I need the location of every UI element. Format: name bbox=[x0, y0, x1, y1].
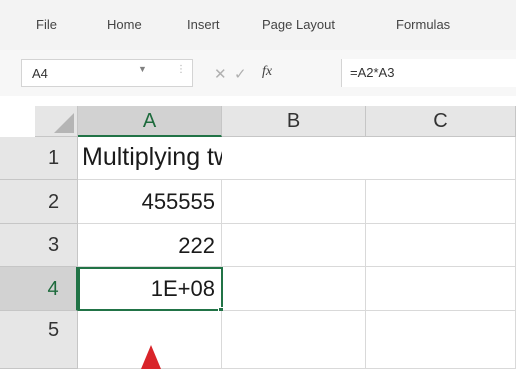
tab-formulas[interactable]: Formulas bbox=[396, 17, 450, 32]
cell-a3[interactable]: 222 bbox=[78, 224, 222, 267]
cell-a2[interactable]: 455555 bbox=[78, 180, 222, 224]
name-box-value: A4 bbox=[32, 66, 48, 81]
column-header-b[interactable]: B bbox=[222, 106, 366, 137]
select-all-triangle-icon bbox=[54, 113, 74, 133]
cancel-icon[interactable]: ✕ bbox=[214, 65, 227, 83]
cell-c2[interactable] bbox=[366, 180, 516, 224]
cell-b3[interactable] bbox=[222, 224, 366, 267]
row-header-2[interactable]: 2 bbox=[0, 180, 78, 224]
tab-insert[interactable]: Insert bbox=[187, 17, 220, 32]
row-header-3[interactable]: 3 bbox=[0, 224, 78, 267]
red-pointer-arrow-icon bbox=[141, 345, 161, 369]
cell-b1[interactable] bbox=[222, 137, 366, 180]
formula-input[interactable]: =A2*A3 bbox=[341, 59, 516, 87]
drag-handle-icon[interactable]: ⋮ bbox=[176, 64, 186, 75]
cell-b2[interactable] bbox=[222, 180, 366, 224]
cell-c5[interactable] bbox=[366, 311, 516, 369]
name-box[interactable]: A4 ▼ bbox=[21, 59, 193, 87]
insert-function-icon[interactable]: fx bbox=[262, 64, 272, 80]
row-header-5[interactable]: 5 bbox=[0, 311, 78, 369]
column-header-c[interactable]: C bbox=[366, 106, 516, 137]
cell-a4[interactable]: 1E+08 bbox=[78, 267, 223, 311]
cell-c4[interactable] bbox=[366, 267, 516, 311]
row-header-1[interactable]: 1 bbox=[0, 137, 78, 180]
cell-b5[interactable] bbox=[222, 311, 366, 369]
cell-c1[interactable] bbox=[366, 137, 516, 180]
cell-b4[interactable] bbox=[223, 267, 366, 311]
cell-c3[interactable] bbox=[366, 224, 516, 267]
column-header-a[interactable]: A bbox=[78, 106, 222, 137]
dropdown-arrow-icon[interactable]: ▼ bbox=[138, 64, 147, 74]
tab-file[interactable]: File bbox=[36, 17, 57, 32]
row-header-4[interactable]: 4 bbox=[0, 267, 78, 311]
spreadsheet-grid: A B C 1 Multiplying two numbers 2 455555… bbox=[0, 102, 516, 369]
select-all-button[interactable] bbox=[35, 106, 78, 137]
ribbon-tab-bar: File Home Insert Page Layout Formulas bbox=[0, 0, 516, 50]
enter-icon[interactable]: ✓ bbox=[234, 65, 247, 83]
cell-a1[interactable]: Multiplying two numbers bbox=[78, 137, 350, 180]
tab-home[interactable]: Home bbox=[107, 17, 142, 32]
tab-page-layout[interactable]: Page Layout bbox=[262, 17, 335, 32]
